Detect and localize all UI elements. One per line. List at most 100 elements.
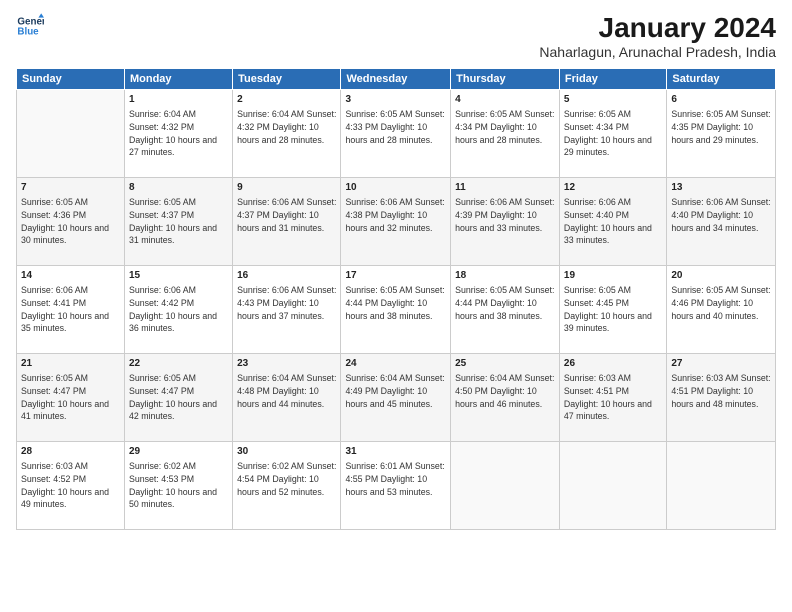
- day-info: Sunrise: 6:05 AM Sunset: 4:46 PM Dayligh…: [671, 284, 771, 322]
- calendar-table: Sunday Monday Tuesday Wednesday Thursday…: [16, 68, 776, 530]
- table-row: 17Sunrise: 6:05 AM Sunset: 4:44 PM Dayli…: [341, 266, 451, 354]
- calendar-week-row: 21Sunrise: 6:05 AM Sunset: 4:47 PM Dayli…: [17, 354, 776, 442]
- day-info: Sunrise: 6:06 AM Sunset: 4:41 PM Dayligh…: [21, 284, 120, 335]
- day-number: 10: [345, 181, 446, 195]
- day-number: 9: [237, 181, 336, 195]
- day-info: Sunrise: 6:02 AM Sunset: 4:54 PM Dayligh…: [237, 460, 336, 498]
- day-info: Sunrise: 6:05 AM Sunset: 4:35 PM Dayligh…: [671, 108, 771, 146]
- day-number: 27: [671, 357, 771, 371]
- day-number: 19: [564, 269, 662, 283]
- logo: General Blue: [16, 12, 44, 40]
- day-info: Sunrise: 6:05 AM Sunset: 4:34 PM Dayligh…: [564, 108, 662, 159]
- col-sunday: Sunday: [17, 69, 125, 90]
- table-row: 1Sunrise: 6:04 AM Sunset: 4:32 PM Daylig…: [124, 90, 232, 178]
- calendar-week-row: 14Sunrise: 6:06 AM Sunset: 4:41 PM Dayli…: [17, 266, 776, 354]
- day-number: 3: [345, 93, 446, 107]
- day-number: 8: [129, 181, 228, 195]
- table-row: 28Sunrise: 6:03 AM Sunset: 4:52 PM Dayli…: [17, 442, 125, 530]
- day-number: 1: [129, 93, 228, 107]
- col-friday: Friday: [559, 69, 666, 90]
- day-info: Sunrise: 6:05 AM Sunset: 4:36 PM Dayligh…: [21, 196, 120, 247]
- day-info: Sunrise: 6:03 AM Sunset: 4:52 PM Dayligh…: [21, 460, 120, 511]
- day-info: Sunrise: 6:06 AM Sunset: 4:39 PM Dayligh…: [455, 196, 555, 234]
- day-info: Sunrise: 6:01 AM Sunset: 4:55 PM Dayligh…: [345, 460, 446, 498]
- day-info: Sunrise: 6:03 AM Sunset: 4:51 PM Dayligh…: [564, 372, 662, 423]
- day-number: 2: [237, 93, 336, 107]
- table-row: 26Sunrise: 6:03 AM Sunset: 4:51 PM Dayli…: [559, 354, 666, 442]
- title-block: January 2024 Naharlagun, Arunachal Prade…: [539, 12, 776, 60]
- table-row: 22Sunrise: 6:05 AM Sunset: 4:47 PM Dayli…: [124, 354, 232, 442]
- col-thursday: Thursday: [451, 69, 560, 90]
- table-row: 16Sunrise: 6:06 AM Sunset: 4:43 PM Dayli…: [233, 266, 341, 354]
- subtitle: Naharlagun, Arunachal Pradesh, India: [539, 44, 776, 60]
- table-row: 20Sunrise: 6:05 AM Sunset: 4:46 PM Dayli…: [667, 266, 776, 354]
- day-info: Sunrise: 6:06 AM Sunset: 4:43 PM Dayligh…: [237, 284, 336, 322]
- day-info: Sunrise: 6:04 AM Sunset: 4:49 PM Dayligh…: [345, 372, 446, 410]
- day-number: 31: [345, 445, 446, 459]
- table-row: 9Sunrise: 6:06 AM Sunset: 4:37 PM Daylig…: [233, 178, 341, 266]
- calendar-week-row: 28Sunrise: 6:03 AM Sunset: 4:52 PM Dayli…: [17, 442, 776, 530]
- day-number: 14: [21, 269, 120, 283]
- day-number: 16: [237, 269, 336, 283]
- day-number: 28: [21, 445, 120, 459]
- day-info: Sunrise: 6:04 AM Sunset: 4:32 PM Dayligh…: [129, 108, 228, 159]
- table-row: 4Sunrise: 6:05 AM Sunset: 4:34 PM Daylig…: [451, 90, 560, 178]
- table-row: 19Sunrise: 6:05 AM Sunset: 4:45 PM Dayli…: [559, 266, 666, 354]
- day-info: Sunrise: 6:06 AM Sunset: 4:40 PM Dayligh…: [671, 196, 771, 234]
- main-title: January 2024: [539, 12, 776, 44]
- day-number: 25: [455, 357, 555, 371]
- table-row: [17, 90, 125, 178]
- day-info: Sunrise: 6:05 AM Sunset: 4:34 PM Dayligh…: [455, 108, 555, 146]
- day-number: 6: [671, 93, 771, 107]
- day-info: Sunrise: 6:04 AM Sunset: 4:48 PM Dayligh…: [237, 372, 336, 410]
- table-row: 13Sunrise: 6:06 AM Sunset: 4:40 PM Dayli…: [667, 178, 776, 266]
- table-row: 5Sunrise: 6:05 AM Sunset: 4:34 PM Daylig…: [559, 90, 666, 178]
- day-number: 11: [455, 181, 555, 195]
- calendar-header-row: Sunday Monday Tuesday Wednesday Thursday…: [17, 69, 776, 90]
- col-monday: Monday: [124, 69, 232, 90]
- day-number: 12: [564, 181, 662, 195]
- table-row: 29Sunrise: 6:02 AM Sunset: 4:53 PM Dayli…: [124, 442, 232, 530]
- table-row: [451, 442, 560, 530]
- calendar-week-row: 1Sunrise: 6:04 AM Sunset: 4:32 PM Daylig…: [17, 90, 776, 178]
- table-row: 25Sunrise: 6:04 AM Sunset: 4:50 PM Dayli…: [451, 354, 560, 442]
- day-info: Sunrise: 6:05 AM Sunset: 4:47 PM Dayligh…: [129, 372, 228, 423]
- table-row: 24Sunrise: 6:04 AM Sunset: 4:49 PM Dayli…: [341, 354, 451, 442]
- table-row: 23Sunrise: 6:04 AM Sunset: 4:48 PM Dayli…: [233, 354, 341, 442]
- day-info: Sunrise: 6:02 AM Sunset: 4:53 PM Dayligh…: [129, 460, 228, 511]
- table-row: 31Sunrise: 6:01 AM Sunset: 4:55 PM Dayli…: [341, 442, 451, 530]
- table-row: 8Sunrise: 6:05 AM Sunset: 4:37 PM Daylig…: [124, 178, 232, 266]
- day-info: Sunrise: 6:06 AM Sunset: 4:40 PM Dayligh…: [564, 196, 662, 247]
- day-info: Sunrise: 6:05 AM Sunset: 4:47 PM Dayligh…: [21, 372, 120, 423]
- day-info: Sunrise: 6:06 AM Sunset: 4:42 PM Dayligh…: [129, 284, 228, 335]
- day-number: 7: [21, 181, 120, 195]
- col-tuesday: Tuesday: [233, 69, 341, 90]
- day-number: 30: [237, 445, 336, 459]
- page-header: General Blue January 2024 Naharlagun, Ar…: [16, 12, 776, 60]
- day-info: Sunrise: 6:04 AM Sunset: 4:32 PM Dayligh…: [237, 108, 336, 146]
- table-row: 7Sunrise: 6:05 AM Sunset: 4:36 PM Daylig…: [17, 178, 125, 266]
- day-info: Sunrise: 6:06 AM Sunset: 4:38 PM Dayligh…: [345, 196, 446, 234]
- table-row: 3Sunrise: 6:05 AM Sunset: 4:33 PM Daylig…: [341, 90, 451, 178]
- calendar-page: General Blue January 2024 Naharlagun, Ar…: [0, 0, 792, 612]
- day-info: Sunrise: 6:06 AM Sunset: 4:37 PM Dayligh…: [237, 196, 336, 234]
- day-number: 17: [345, 269, 446, 283]
- day-info: Sunrise: 6:04 AM Sunset: 4:50 PM Dayligh…: [455, 372, 555, 410]
- day-number: 23: [237, 357, 336, 371]
- table-row: 2Sunrise: 6:04 AM Sunset: 4:32 PM Daylig…: [233, 90, 341, 178]
- col-saturday: Saturday: [667, 69, 776, 90]
- table-row: 30Sunrise: 6:02 AM Sunset: 4:54 PM Dayli…: [233, 442, 341, 530]
- day-number: 4: [455, 93, 555, 107]
- day-number: 13: [671, 181, 771, 195]
- day-info: Sunrise: 6:05 AM Sunset: 4:33 PM Dayligh…: [345, 108, 446, 146]
- table-row: 11Sunrise: 6:06 AM Sunset: 4:39 PM Dayli…: [451, 178, 560, 266]
- svg-text:Blue: Blue: [17, 26, 39, 37]
- table-row: 6Sunrise: 6:05 AM Sunset: 4:35 PM Daylig…: [667, 90, 776, 178]
- logo-icon: General Blue: [16, 12, 44, 40]
- table-row: 12Sunrise: 6:06 AM Sunset: 4:40 PM Dayli…: [559, 178, 666, 266]
- day-info: Sunrise: 6:05 AM Sunset: 4:45 PM Dayligh…: [564, 284, 662, 335]
- table-row: [559, 442, 666, 530]
- table-row: 18Sunrise: 6:05 AM Sunset: 4:44 PM Dayli…: [451, 266, 560, 354]
- day-number: 22: [129, 357, 228, 371]
- day-info: Sunrise: 6:05 AM Sunset: 4:44 PM Dayligh…: [345, 284, 446, 322]
